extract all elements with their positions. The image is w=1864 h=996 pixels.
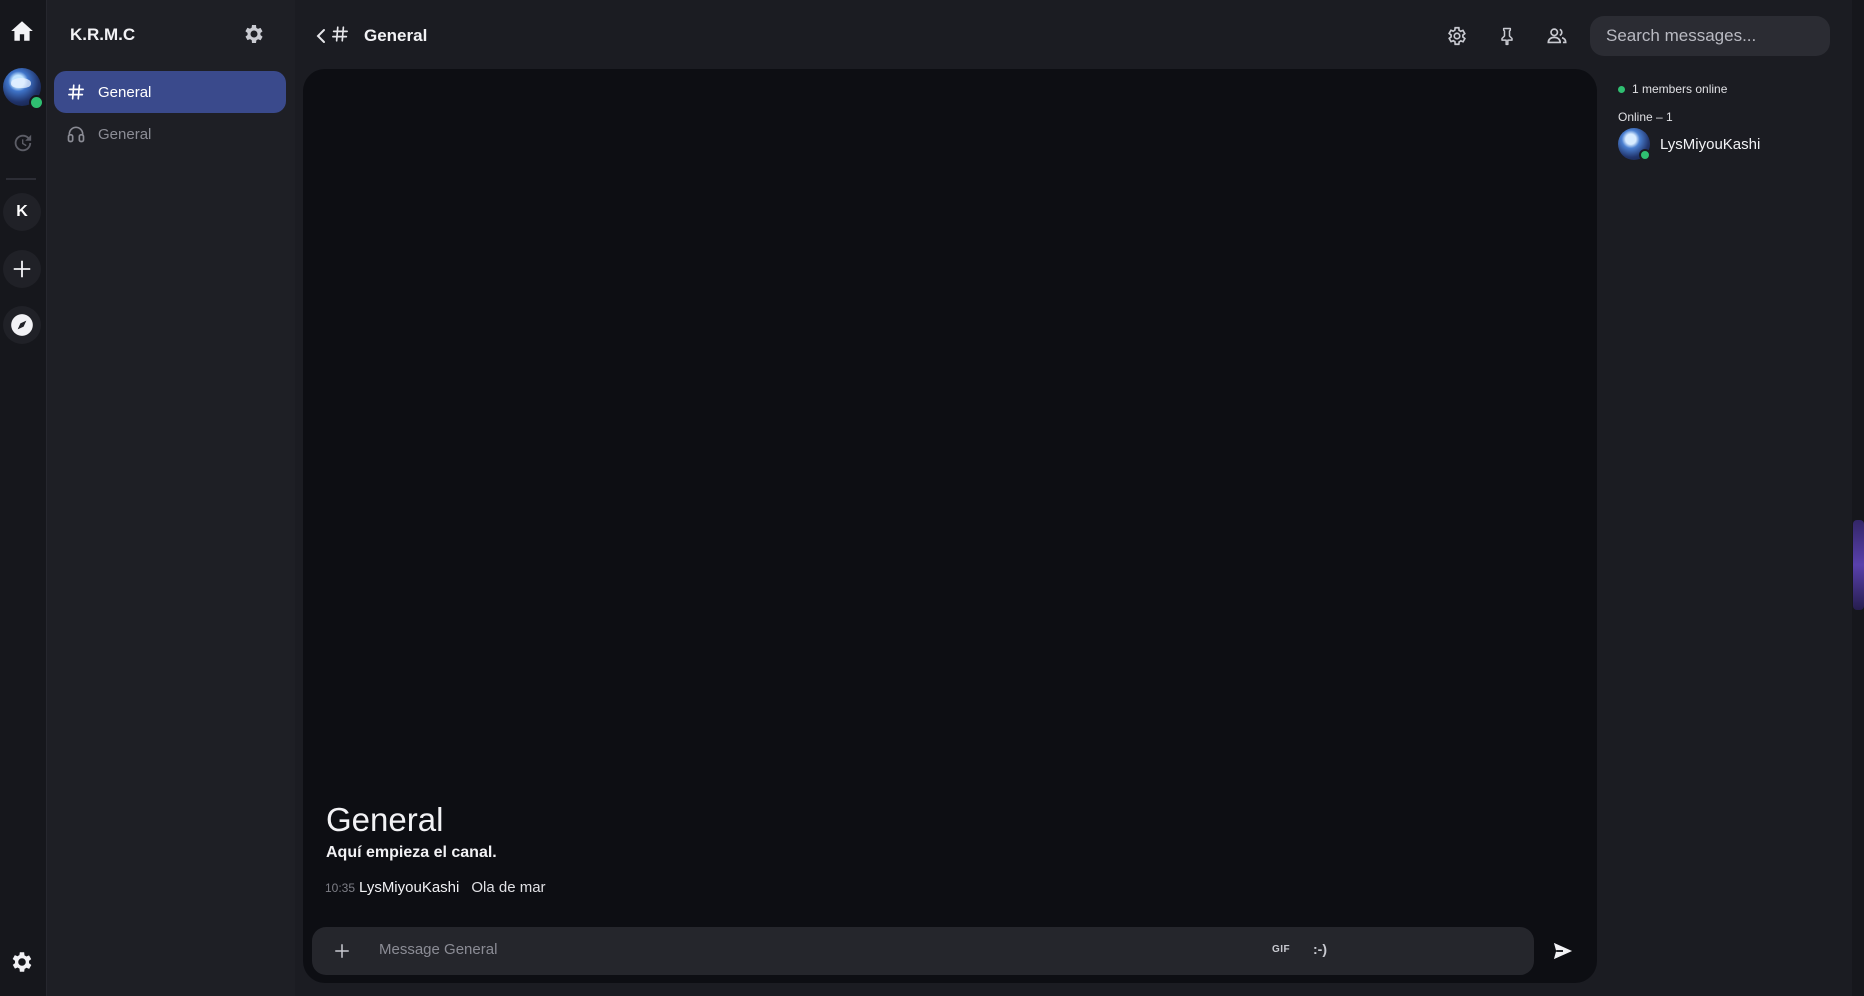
hash-icon [66,82,86,102]
channel-intro-title: General [326,801,444,838]
channel-item-general-text[interactable]: General [54,71,286,113]
channel-item-general-voice[interactable]: General [54,113,286,155]
history-icon [14,134,32,152]
hash-icon [331,25,351,45]
online-group-header: Online – 1 [1618,110,1673,124]
server-k-icon: K [3,193,41,231]
server-name: K.R.M.C [70,25,136,44]
history-button[interactable] [2,123,42,163]
explore-button[interactable] [2,305,42,345]
home-icon [11,21,33,41]
online-dot [1618,85,1625,93]
plus-icon [335,944,349,958]
headphones-icon [66,124,86,144]
server-rail: K [0,0,47,996]
members-toggle-button[interactable] [1543,22,1571,50]
app-window: K K.R.M.C General General General Search… [0,0,1864,996]
gif-button[interactable]: GIF [1272,944,1290,955]
channel-settings-button[interactable] [1443,22,1471,50]
message-timestamp: 10:35 [325,881,356,895]
add-server-button[interactable] [2,249,42,289]
members-icon [1547,28,1567,44]
message-text: Ola de mar [471,879,546,896]
compass-icon [11,314,33,336]
channel-sidebar: K.R.M.C General General [47,0,295,996]
message-input[interactable]: Message General [379,941,497,958]
channel-header: General [296,0,1864,70]
online-status-dot [29,95,44,110]
plus-icon [13,260,31,278]
chat-panel: General Aquí empieza el canal. 10:35 Lys… [303,69,1597,983]
channel-label: General [98,125,152,143]
send-button[interactable] [1545,935,1581,967]
gear-icon [12,952,32,972]
pin-icon [1501,27,1513,46]
avatar [1618,128,1651,161]
member-list: 1 members online Online – 1 LysMiyouKash… [1612,70,1852,470]
member-name: LysMiyouKashi [1660,135,1761,153]
send-icon [1553,942,1573,960]
channel-intro-subtitle: Aquí empieza el canal. [326,844,497,861]
search-input[interactable] [1590,16,1830,56]
server-k-button[interactable]: K [2,192,42,232]
user-settings-button[interactable] [2,942,42,982]
back-button[interactable] [314,24,330,48]
channel-label: General [98,83,152,101]
gear-icon [1448,26,1466,46]
pinned-messages-button[interactable] [1493,22,1521,50]
rail-separator [6,178,36,180]
member-item[interactable]: LysMiyouKashi [1618,128,1761,161]
background-glow [1853,520,1864,610]
message-row: 10:35 LysMiyouKashi Ola de mar [325,879,546,896]
online-summary: 1 members online [1618,82,1727,96]
server-settings-button[interactable] [242,22,268,48]
attach-button[interactable] [330,939,354,963]
home-button[interactable] [2,11,42,51]
chevron-left-icon [316,29,325,43]
user-avatar-button[interactable] [2,67,44,110]
message-composer[interactable]: Message General GIF :-) [312,927,1534,975]
online-summary-text: 1 members online [1632,82,1728,96]
emoji-button[interactable]: :-) [1313,941,1327,957]
window-edge [1852,0,1864,996]
page-title: General [364,26,428,45]
message-author[interactable]: LysMiyouKashi [359,879,459,896]
gear-icon [245,25,263,43]
online-status-dot [1639,149,1651,161]
